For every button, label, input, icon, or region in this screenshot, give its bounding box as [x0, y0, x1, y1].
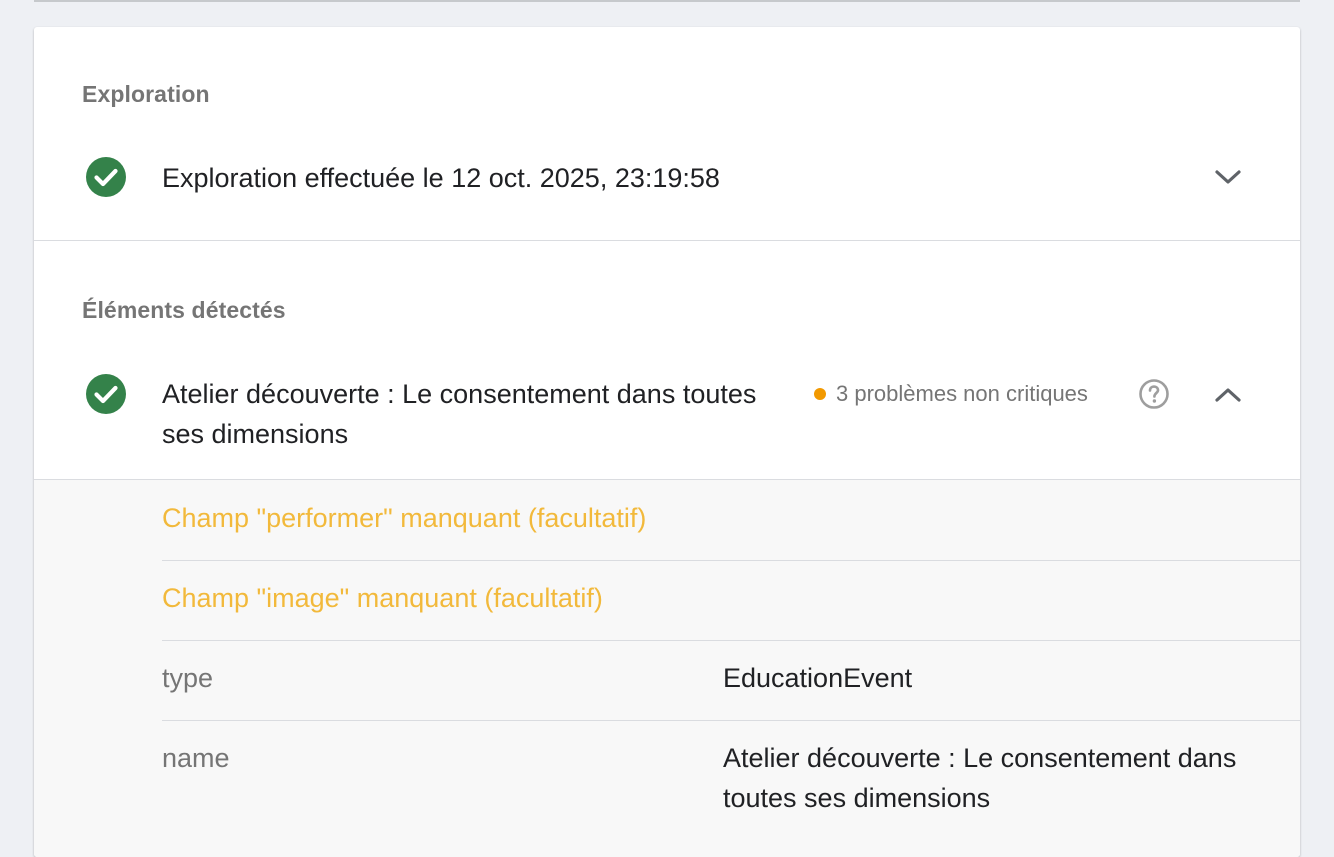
chevron-down-icon[interactable]: [1213, 163, 1243, 193]
issues-indicator: 3 problèmes non critiques: [814, 379, 1088, 409]
warning-row[interactable]: Champ "image" manquant (facultatif): [162, 560, 1300, 641]
warning-dot-icon: [814, 388, 826, 400]
property-key: type: [162, 663, 214, 693]
check-circle-icon: [86, 157, 126, 197]
warning-text: Champ "performer" manquant (facultatif): [162, 503, 647, 533]
crawl-section-label: Exploration: [82, 81, 210, 107]
detected-section-label: Éléments détectés: [82, 297, 286, 323]
issues-label: 3 problèmes non critiques: [836, 381, 1088, 406]
property-value: EducationEvent: [723, 663, 913, 693]
property-row: type EducationEvent: [162, 640, 1300, 721]
crawl-status-row[interactable]: Exploration effectuée le 12 oct. 2025, 2…: [34, 153, 1300, 213]
help-circle-icon[interactable]: [1138, 378, 1170, 410]
top-divider: [34, 0, 1300, 2]
property-key: name: [162, 743, 230, 773]
check-circle-icon: [86, 374, 126, 414]
inspection-card: Exploration Exploration effectuée le 12 …: [34, 27, 1300, 857]
chevron-up-icon[interactable]: [1213, 379, 1243, 409]
crawl-status-text: Exploration effectuée le 12 oct. 2025, 2…: [162, 163, 720, 193]
item-details-panel: Champ "performer" manquant (facultatif) …: [34, 479, 1300, 857]
detected-item-title: Atelier découverte : Le consentement dan…: [162, 379, 757, 449]
warning-row[interactable]: Champ "performer" manquant (facultatif): [162, 480, 1300, 561]
property-row: name Atelier découverte : Le consentemen…: [162, 720, 1300, 857]
section-divider: [34, 240, 1300, 241]
warning-text: Champ "image" manquant (facultatif): [162, 583, 603, 613]
property-value: Atelier découverte : Le consentement dan…: [723, 743, 1237, 813]
